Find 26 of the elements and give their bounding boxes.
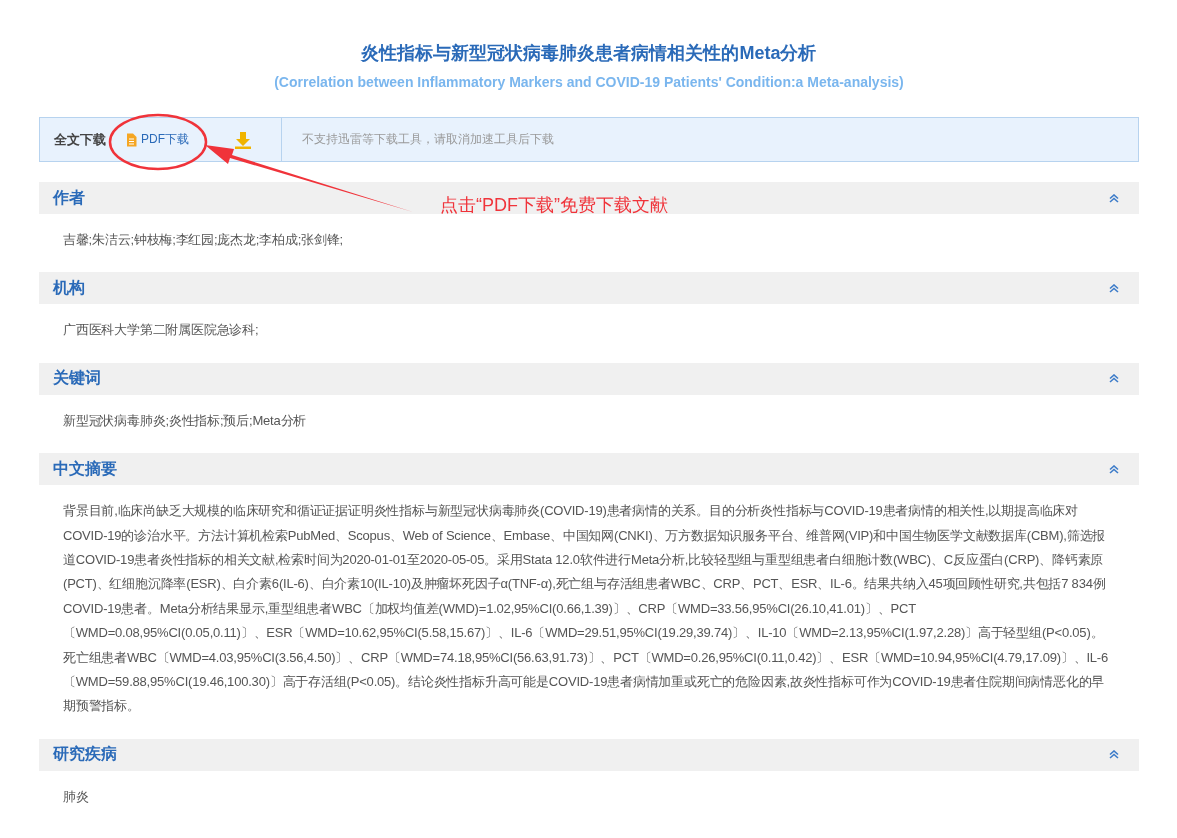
section-title: 研究疾病 — [53, 744, 117, 765]
section-content: 新型冠状病毒肺炎;炎性指标;预后;Meta分析 — [62, 411, 308, 430]
section-content: 背景目前,临床尚缺乏大规模的临床研究和循证证据证明炎性指标与新型冠状病毒肺炎(COVID-19)患者病情的关系。目的分析炎性指标与COVID-19患者病情的相关性,以期提高临床对COVID-19的诊治水平。方法计算机检索PubMed、Scopus、Web of Science、Embase、中国知网(CNKI)、万方数据知识服务平台、维普网(VIP)和中国生物医学文献数据库(CBM),筛选报道COVID-19患者炎性指标的相关文献,检索时间为2020-01-01至2020-05-05。采用Stata 12.0软件进行Meta分析,比较轻型组与重型组患者白细胞计数(WBC)、C反应蛋白(CRP)、降钙素原(PCT)、红细胞沉降率(ESR)、白介素6(IL-6)、白介素10(IL-10)及肿瘤坏死因子α(TNF-α),死亡组与存活组患者WBC、CRP、PCT、ESR、IL-6。结果共纳入45项回顾性研究,共包括7 834例COVID-19患者。Meta分析结果显示,重型组患者WBC〔加权均值差(WMD)=1.02,95%CI(0.66,1.39)〕、CRP〔WMD=33.56,95%CI(26.10,41.01)〕、PCT〔WMD=0.08,95%CI(0.05,0.11)〕、ESR〔WMD=10.62,95%CI(5.58,15.67)〕、IL-6〔WMD=29.51,95%CI(19.29,39.74)〕、IL-10〔WMD=2.13,95%CI(1.97,2.28)〕高于轻型组(P<0.05)。死亡组患者WBC〔WMD=4.03,95%CI(3.56,4.50)〕、CRP〔WMD=74.18,95%CI(56.63,91.73)〕、PCT〔WMD=0.26,95%CI(0.11,0.42)〕、ESR〔WMD=10.94,95%CI(4.79,17.09)〕、IL-6〔WMD=59.88,95%CI(19.46,100.30)〕高于存活组(P<0.05)。结论炎性指标升高可能是COVID-19患者病情加重或死亡的危险因素,故炎性指标可作为COVID-19患者住院期间病情恶化的早期预警指标。 — [62, 502, 1110, 716]
section-header[interactable]: 机构 — [39, 272, 1139, 305]
collapse-icon[interactable] — [1109, 193, 1119, 203]
section-title: 作者 — [53, 187, 85, 208]
section-title: 关键词 — [53, 368, 101, 389]
pdf-download-link[interactable]: PDF下载 — [126, 131, 189, 148]
download-notice: 不支持迅雷等下载工具，请取消加速工具后下载 — [302, 131, 554, 148]
section-content: 吉馨;朱洁云;钟枝梅;李红园;庞杰龙;李柏成;张剑锋; — [62, 231, 344, 249]
collapse-icon[interactable] — [1109, 283, 1119, 293]
section-header[interactable]: 关键词 — [39, 362, 1139, 395]
document-icon — [126, 132, 137, 147]
collapse-icon[interactable] — [1109, 464, 1119, 474]
article-title: 炎性指标与新型冠状病毒肺炎患者病情相关性的Meta分析 — [360, 42, 818, 65]
article-subtitle: (Correlation between Inflammatory Markers and COVID-19 Patients' Condition:a Meta-analysis) — [273, 73, 905, 92]
section-content: 广西医科大学第二附属医院急诊科; — [62, 321, 260, 340]
section-content: 肺炎 — [62, 787, 90, 806]
annotation-text: 点击“PDF下载”免费下载文献 — [440, 194, 668, 217]
section-title: 中文摘要 — [53, 458, 117, 479]
section-title: 机构 — [53, 277, 85, 298]
collapse-icon[interactable] — [1109, 374, 1119, 384]
section-header[interactable]: 研究疾病 — [39, 738, 1139, 771]
download-label: 全文下载 — [54, 130, 106, 149]
section-header[interactable]: 中文摘要 — [39, 453, 1139, 486]
collapse-icon[interactable] — [1109, 750, 1119, 760]
